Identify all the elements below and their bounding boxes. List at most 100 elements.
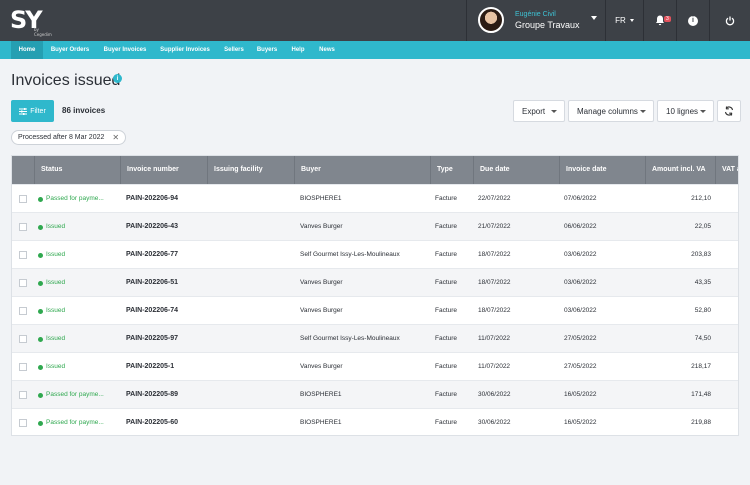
nav-supplier-invoices[interactable]: Supplier Invoices (157, 41, 213, 59)
status-text: Passed for payme... (46, 195, 104, 202)
invoice-number[interactable]: PAIN-202206-43 (126, 213, 206, 241)
invoice-type: Facture (435, 391, 458, 398)
close-icon[interactable]: ✕ (112, 133, 119, 142)
invoice-date: 16/05/2022 (564, 419, 597, 426)
invoice-date: 03/06/2022 (564, 307, 597, 314)
table-row[interactable]: Passed for payme... PAIN-202206-94 BIOSPHE… (12, 184, 738, 213)
invoice-number[interactable]: PAIN-202205-89 (126, 381, 206, 409)
invoice-number[interactable]: PAIN-202206-77 (126, 241, 206, 269)
filter-button[interactable]: Filter (11, 100, 54, 122)
invoice-type: Facture (435, 335, 458, 342)
user-name: Eugénie Civil (515, 11, 556, 18)
due-date: 18/07/2022 (478, 279, 511, 286)
status-text: Issued (46, 223, 66, 230)
notifications-button[interactable]: 3 (644, 0, 677, 41)
column-header-type[interactable]: Type (430, 156, 473, 184)
row-checkbox[interactable] (19, 391, 27, 399)
column-header-issuing-facility[interactable]: Issuing facility (207, 156, 294, 184)
due-date: 18/07/2022 (478, 307, 511, 314)
invoice-date: 27/05/2022 (564, 335, 597, 342)
status-badge: Issued (38, 213, 120, 241)
status-text: Passed for payme... (46, 391, 104, 398)
refresh-icon (724, 106, 734, 116)
row-checkbox[interactable] (19, 307, 27, 315)
column-header-amount[interactable]: Amount incl. VA (645, 156, 715, 184)
app-logo[interactable]: SY by Cegedim (10, 6, 52, 37)
invoice-number[interactable]: PAIN-202206-74 (126, 297, 206, 325)
nav-news[interactable]: News (316, 41, 338, 59)
row-checkbox[interactable] (19, 335, 27, 343)
nav-help[interactable]: Help (288, 41, 308, 59)
buyer-name: Self Gourmet Issy-Les-Moulineaux (300, 251, 400, 258)
column-header-due-date[interactable]: Due date (473, 156, 559, 184)
amount: 52,80 (694, 307, 711, 314)
invoice-date: 27/05/2022 (564, 363, 597, 370)
nav-buyers[interactable]: Buyers (254, 41, 280, 59)
rows-per-page-select[interactable]: 10 lignes (657, 100, 714, 122)
nav-buyer-orders[interactable]: Buyer Orders (47, 41, 93, 59)
status-dot-icon (38, 364, 43, 370)
row-checkbox[interactable] (19, 223, 27, 231)
language-selector[interactable]: FR (606, 0, 644, 41)
table-row[interactable]: Issued PAIN-202205-97 Self Gourmet Issy-Le… (12, 324, 738, 353)
info-icon[interactable]: i (113, 74, 122, 83)
row-checkbox[interactable] (19, 195, 27, 203)
due-date: 18/07/2022 (478, 251, 511, 258)
buyer-name: BIOSPHERE1 (300, 419, 342, 426)
invoice-number[interactable]: PAIN-202205-60 (126, 409, 206, 435)
column-header-buyer[interactable]: Buyer (294, 156, 430, 184)
table-row[interactable]: Issued PAIN-202205-1 Vanves Burger Facture 1… (12, 352, 738, 381)
row-checkbox[interactable] (19, 363, 27, 371)
table-row[interactable]: Issued PAIN-202206-51 Vanves Burger Facture… (12, 268, 738, 297)
invoice-number[interactable]: PAIN-202206-51 (126, 269, 206, 297)
issuing-facility (213, 269, 293, 297)
manage-columns-button[interactable]: Manage columns (568, 100, 654, 122)
buyer-name: Vanves Burger (300, 307, 343, 314)
table-row[interactable]: Passed for payme... PAIN-202205-89 BIOSPHE… (12, 380, 738, 409)
invoice-number[interactable]: PAIN-202205-1 (126, 353, 206, 381)
chevron-down-icon (551, 110, 557, 113)
amount: 203,83 (691, 251, 711, 258)
export-label: Export (522, 106, 546, 116)
row-checkbox[interactable] (19, 419, 27, 427)
amount: 218,17 (691, 363, 711, 370)
refresh-button[interactable] (717, 100, 741, 122)
column-header-invoice-date[interactable]: Invoice date (559, 156, 645, 184)
user-company: Groupe Travaux (515, 20, 580, 30)
sliders-icon (19, 107, 28, 115)
amount: 74,50 (694, 335, 711, 342)
filter-chip-label: Processed after 8 Mar 2022 (18, 134, 105, 141)
invoice-date: 07/06/2022 (564, 195, 597, 202)
nav-home[interactable]: Home (11, 41, 43, 59)
invoice-count: 86 invoices (62, 106, 106, 115)
info-button[interactable]: i (677, 0, 710, 41)
buyer-name: Self Gourmet Issy-Les-Moulineaux (300, 335, 400, 342)
notification-badge: 3 (664, 16, 671, 22)
amount: 171,48 (691, 391, 711, 398)
user-menu[interactable]: Eugénie Civil Groupe Travaux (466, 0, 606, 41)
status-text: Issued (46, 279, 66, 286)
column-header-vat[interactable]: VAT a (715, 156, 738, 184)
table-row[interactable]: Issued PAIN-202206-74 Vanves Burger Facture… (12, 296, 738, 325)
row-checkbox[interactable] (19, 251, 27, 259)
row-checkbox[interactable] (19, 279, 27, 287)
logout-button[interactable] (710, 0, 750, 41)
table-row[interactable]: Passed for payme... PAIN-202205-60 BIOSPHE… (12, 408, 738, 435)
main-nav: Home Buyer Orders Buyer Invoices Supplie… (0, 41, 750, 59)
top-bar: SY by Cegedim Eugénie Civil Groupe Travau… (0, 0, 750, 41)
invoice-number[interactable]: PAIN-202205-97 (126, 325, 206, 353)
export-button[interactable]: Export (513, 100, 565, 122)
invoice-number[interactable]: PAIN-202206-94 (126, 185, 206, 213)
column-header-status[interactable]: Status (34, 156, 120, 184)
buyer-name: BIOSPHERE1 (300, 391, 342, 398)
table-row[interactable]: Issued PAIN-202206-77 Self Gourmet Issy-Le… (12, 240, 738, 269)
invoice-type: Facture (435, 251, 458, 258)
due-date: 21/07/2022 (478, 223, 511, 230)
nav-buyer-invoices[interactable]: Buyer Invoices (100, 41, 150, 59)
filter-label: Filter (30, 107, 46, 115)
nav-sellers[interactable]: Sellers (220, 41, 248, 59)
table-row[interactable]: Issued PAIN-202206-43 Vanves Burger Facture… (12, 212, 738, 241)
chevron-down-icon (591, 16, 597, 20)
column-header-invoice-number[interactable]: Invoice number (120, 156, 207, 184)
filter-chip: Processed after 8 Mar 2022 ✕ (11, 130, 127, 145)
